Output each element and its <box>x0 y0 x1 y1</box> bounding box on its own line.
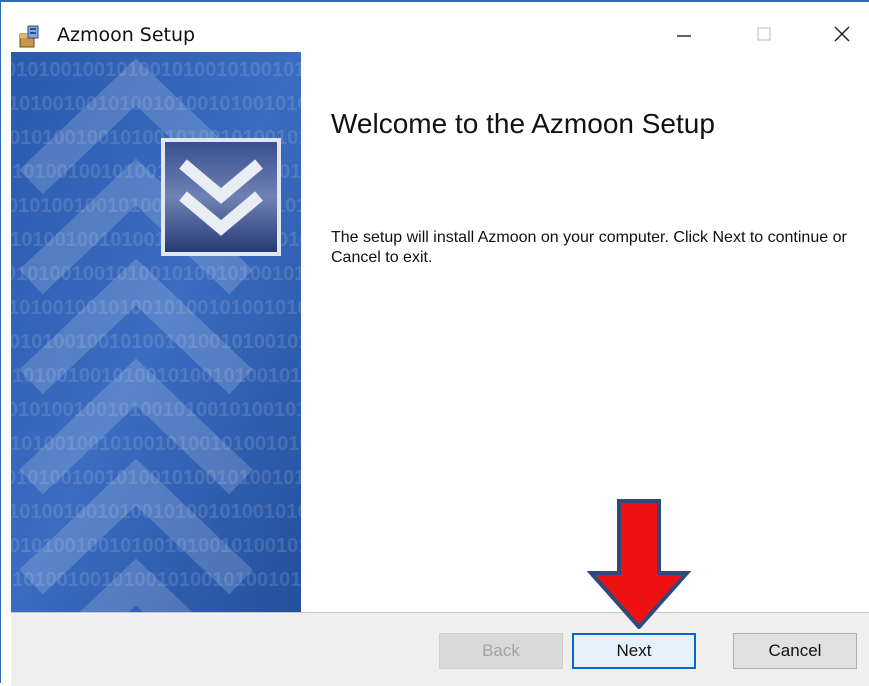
maximize-icon <box>757 27 771 41</box>
button-bar: Back Next Cancel <box>11 612 869 686</box>
welcome-title: Welcome to the Azmoon Setup <box>331 108 715 139</box>
setup-banner: 01010010010100101001010010100100101001 0… <box>11 52 301 612</box>
installer-package-icon <box>19 25 39 48</box>
banner-background: 01010010010100101001010010100100101001 0… <box>11 52 301 612</box>
maximize-button[interactable] <box>741 16 787 52</box>
double-chevron-down-icon <box>179 159 263 236</box>
minimize-icon <box>677 35 691 37</box>
cancel-button[interactable]: Cancel <box>733 633 857 669</box>
setup-window: Azmoon Setup 010100100101001010010100101… <box>0 0 869 686</box>
next-button[interactable]: Next <box>572 633 696 669</box>
title-bar[interactable]: Azmoon Setup <box>1 2 869 52</box>
minimize-button[interactable] <box>661 16 707 52</box>
welcome-panel: Welcome to the Azmoon Setup The setup wi… <box>301 52 869 612</box>
window-title: Azmoon Setup <box>57 24 196 46</box>
setup-logo <box>161 138 281 256</box>
back-button[interactable]: Back <box>439 633 563 669</box>
close-button[interactable] <box>819 16 865 52</box>
welcome-description: The setup will install Azmoon on your co… <box>331 229 847 266</box>
close-icon <box>834 26 850 42</box>
